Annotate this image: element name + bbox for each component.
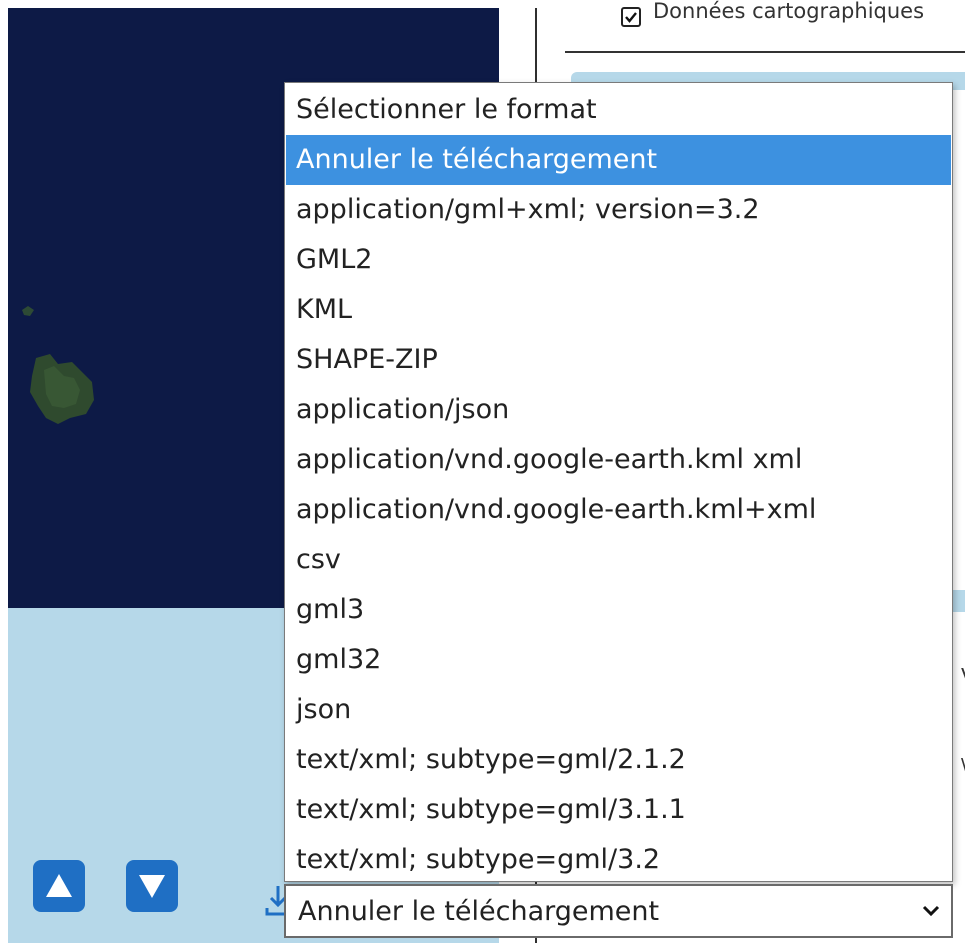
- chevron-down-icon: [922, 905, 940, 917]
- text-fragment: V: [961, 664, 965, 688]
- move-up-button[interactable]: [33, 860, 85, 912]
- dropdown-option[interactable]: text/xml; subtype=gml/3.2: [286, 835, 951, 885]
- layer-label: Données cartographiques: [653, 0, 925, 23]
- dropdown-option[interactable]: application/vnd.google-earth.kml xml: [286, 435, 951, 485]
- text-fragment: \: [961, 754, 965, 778]
- dropdown-option[interactable]: gml32: [286, 635, 951, 685]
- divider: [565, 51, 965, 53]
- islet-shape: [22, 306, 34, 316]
- dropdown-option[interactable]: SHAPE-ZIP: [286, 335, 951, 385]
- layer-checkbox[interactable]: [621, 7, 641, 27]
- dropdown-option[interactable]: text/xml; subtype=gml/3.1.1: [286, 785, 951, 835]
- dropdown-option[interactable]: csv: [286, 535, 951, 585]
- triangle-up-icon: [46, 874, 72, 897]
- checkmark-icon: [625, 12, 637, 23]
- dropdown-option[interactable]: application/gml+xml; version=3.2: [286, 185, 951, 235]
- dropdown-option[interactable]: application/json: [286, 385, 951, 435]
- dropdown-option[interactable]: Sélectionner le format: [286, 85, 951, 135]
- layer-checkbox-row[interactable]: Données cartographiques: [621, 0, 924, 34]
- dropdown-option[interactable]: application/vnd.google-earth.kml+xml: [286, 485, 951, 535]
- dropdown-option[interactable]: gml3: [286, 585, 951, 635]
- dropdown-option[interactable]: json: [286, 685, 951, 735]
- format-select-value: Annuler le téléchargement: [298, 896, 660, 927]
- dropdown-option[interactable]: KML: [286, 285, 951, 335]
- page: Données cartographiques t r e s s p c p …: [0, 0, 965, 943]
- dropdown-option[interactable]: text/xml; subtype=gml/2.1.2: [286, 735, 951, 785]
- dropdown-option[interactable]: GML2: [286, 235, 951, 285]
- move-down-button[interactable]: [126, 860, 178, 912]
- triangle-down-icon: [139, 875, 165, 898]
- format-select[interactable]: Annuler le téléchargement: [284, 884, 953, 938]
- format-dropdown-list[interactable]: Sélectionner le format Annuler le télécha…: [284, 82, 953, 882]
- island-shape: [30, 354, 94, 424]
- option-highlighted[interactable]: Annuler le téléchargement: [286, 135, 951, 185]
